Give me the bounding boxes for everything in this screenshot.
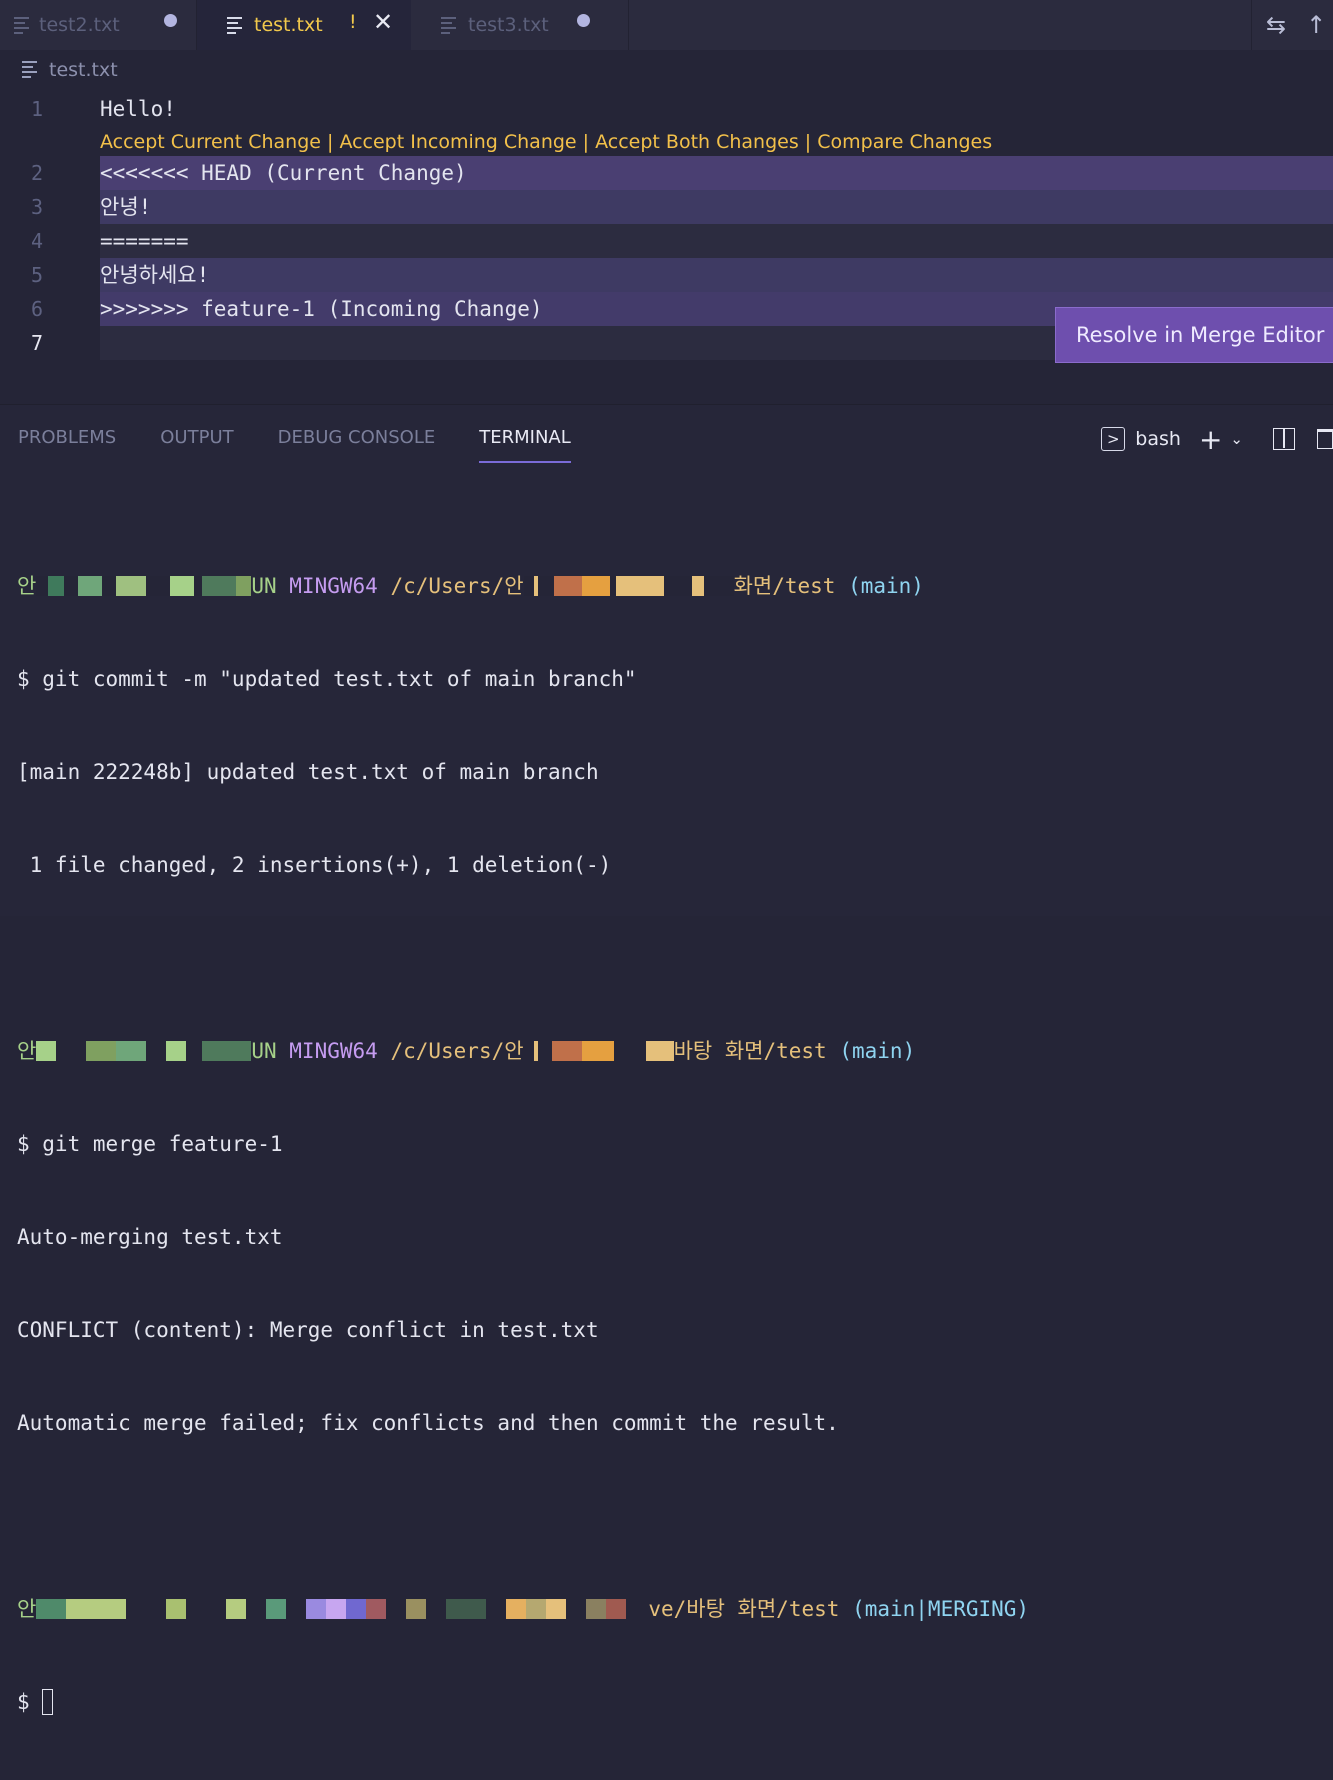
prompt-user: UN — [251, 574, 277, 598]
split-icon[interactable] — [1273, 428, 1295, 450]
line-number: 3 — [30, 195, 44, 219]
code-line[interactable]: 3 안녕! — [0, 190, 1333, 224]
prompt-host: MINGW64 — [289, 574, 378, 598]
file-lines-icon — [227, 14, 242, 37]
tab-label: test.txt — [254, 14, 323, 36]
code-line[interactable]: 2 <<<<<<< HEAD (Current Change) — [0, 156, 1333, 190]
file-lines-icon — [14, 14, 29, 37]
prompt-user: UN — [251, 1039, 277, 1063]
terminal-blank — [17, 1501, 1029, 1532]
editor-tab-bar: test2.txt test.txt ! ✕ test3.txt ⇆ ↑ — [0, 0, 1333, 50]
redacted-block — [523, 1041, 674, 1061]
codelens-separator: | — [576, 131, 596, 153]
line-number: 1 — [30, 97, 44, 121]
tab-test[interactable]: test.txt ! ✕ — [197, 0, 411, 50]
prompt-branch: (main) — [848, 574, 924, 598]
code-line[interactable]: 1 Hello! — [0, 92, 1333, 126]
terminal-line: $ git merge feature-1 — [17, 1132, 283, 1156]
line-number: 4 — [30, 229, 44, 253]
terminal-output[interactable]: 안 UN MINGW64 /c/Users/안 화면/test (main) $ g… — [17, 509, 1029, 1780]
close-icon[interactable]: ✕ — [373, 8, 393, 36]
modified-dot-icon[interactable] — [164, 14, 177, 27]
prompt-branch: (main) — [839, 1039, 916, 1063]
terminal-line: $ git commit -m "updated test.txt of mai… — [17, 667, 637, 691]
line-number: 2 — [30, 161, 44, 185]
line-text[interactable]: ======= — [100, 224, 1333, 258]
source-control-compare-icon[interactable]: ⇆ — [1266, 11, 1286, 39]
terminal-line: CONFLICT (content): Merge conflict in te… — [17, 1318, 599, 1342]
tab-test2[interactable]: test2.txt — [0, 0, 197, 50]
accept-current-change-link[interactable]: Accept Current Change — [100, 131, 321, 153]
codelens-separator: | — [320, 131, 340, 153]
breadcrumb[interactable]: test.txt — [22, 58, 118, 81]
redacted-block — [36, 576, 252, 596]
breadcrumb-file[interactable]: test.txt — [49, 59, 118, 81]
terminal-name[interactable]: bash — [1135, 428, 1181, 450]
prompt-path: 화면/test — [733, 574, 836, 598]
panel-actions: > bash + ⌄ — [1101, 423, 1333, 456]
prompt-path: ve/바탕 화면/test — [648, 1597, 840, 1621]
prompt-user: 안 — [17, 1597, 37, 1621]
editor-actions: ⇆ ↑ — [1251, 0, 1333, 50]
redacted-block — [36, 1599, 649, 1619]
compare-changes-link[interactable]: Compare Changes — [817, 131, 992, 153]
tab-output[interactable]: OUTPUT — [160, 423, 233, 461]
file-lines-icon — [22, 58, 37, 81]
modified-dot-icon[interactable] — [577, 14, 590, 27]
tab-label: test2.txt — [39, 14, 120, 36]
chevron-down-icon[interactable]: ⌄ — [1230, 430, 1243, 448]
tab-problems[interactable]: PROBLEMS — [18, 423, 116, 461]
prompt-host: MINGW64 — [289, 1039, 378, 1063]
terminal-prompt-line: 안 UN MINGW64 /c/Users/안 화면/test (main) — [17, 571, 1029, 602]
prompt-user: 안 — [17, 1039, 37, 1063]
terminal-prompt-line: 안 ve/바탕 화면/test (main|MERGING) — [17, 1594, 1029, 1625]
terminal-blank — [17, 943, 1029, 974]
resolve-in-merge-editor-button[interactable]: Resolve in Merge Editor — [1055, 307, 1333, 363]
prompt-user: 안 — [17, 574, 37, 598]
file-lines-icon — [441, 14, 456, 37]
merge-codelens: Accept Current Change | Accept Incoming … — [100, 127, 992, 157]
terminal-prompt-line: 안 UN MINGW64 /c/Users/안 바탕 화면/test (main) — [17, 1036, 1029, 1067]
redacted-block — [523, 576, 734, 596]
accept-both-changes-link[interactable]: Accept Both Changes — [595, 131, 799, 153]
line-number: 6 — [30, 297, 44, 321]
tab-label: test3.txt — [468, 14, 549, 36]
conflict-marker: ! — [349, 11, 357, 33]
line-text[interactable]: 안녕하세요! — [100, 258, 1333, 292]
prompt-branch: (main|MERGING) — [852, 1597, 1030, 1621]
accept-incoming-change-link[interactable]: Accept Incoming Change — [339, 131, 576, 153]
terminal-line: 1 file changed, 2 insertions(+), 1 delet… — [17, 853, 612, 877]
prompt-path: /c/Users/안 — [390, 574, 524, 598]
terminal-input-line[interactable]: $ — [17, 1687, 1029, 1718]
plus-icon[interactable]: + — [1199, 423, 1222, 456]
terminal-prompt-symbol: $ — [17, 1690, 43, 1714]
line-number: 7 — [30, 331, 44, 355]
terminal-icon[interactable]: > — [1101, 427, 1126, 451]
code-line[interactable]: 5 안녕하세요! — [0, 258, 1333, 292]
terminal-cursor — [42, 1689, 54, 1715]
prompt-path: /c/Users/안 — [390, 1039, 524, 1063]
prompt-path: 바탕 화면/test — [673, 1039, 827, 1063]
line-number: 5 — [30, 263, 44, 287]
tab-terminal[interactable]: TERMINAL — [479, 423, 571, 463]
trash-icon[interactable] — [1317, 429, 1333, 449]
terminal-line: Auto-merging test.txt — [17, 1225, 283, 1249]
tab-debug-console[interactable]: DEBUG CONSOLE — [278, 423, 436, 461]
code-line[interactable]: 4 ======= — [0, 224, 1333, 258]
redacted-block — [36, 1041, 252, 1061]
bottom-panel: PROBLEMS OUTPUT DEBUG CONSOLE TERMINAL >… — [0, 404, 1333, 1715]
line-text[interactable]: Hello! — [100, 92, 1333, 126]
terminal-line: [main 222248b] updated test.txt of main … — [17, 760, 599, 784]
terminal-line: Automatic merge failed; fix conflicts an… — [17, 1411, 839, 1435]
codelens-separator: | — [798, 131, 818, 153]
line-text[interactable]: 안녕! — [100, 190, 1333, 224]
arrow-up-icon[interactable]: ↑ — [1306, 11, 1326, 39]
line-text[interactable]: <<<<<<< HEAD (Current Change) — [100, 156, 1333, 190]
panel-tabs: PROBLEMS OUTPUT DEBUG CONSOLE TERMINAL — [18, 423, 615, 463]
tab-test3[interactable]: test3.txt — [411, 0, 629, 50]
